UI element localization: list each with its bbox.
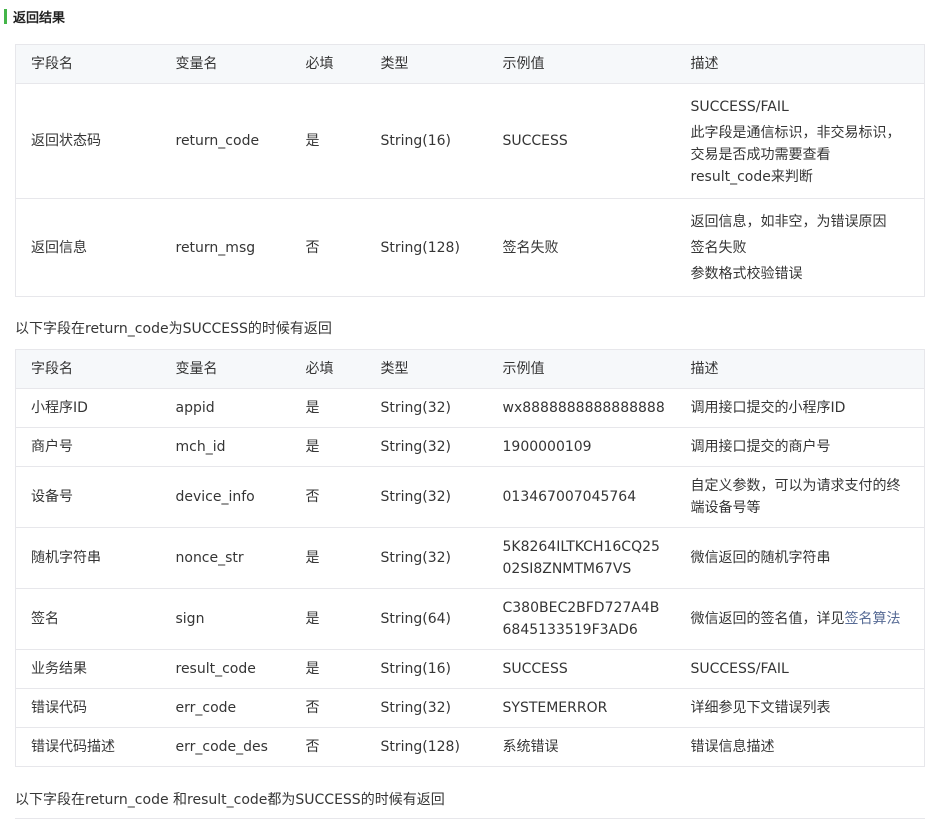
section-title: 返回结果 — [4, 8, 66, 26]
cell-example: SUCCESS — [487, 649, 676, 689]
cell-description: 返回信息，如非空，为错误原因 签名失败 参数格式校验错误 — [675, 198, 925, 297]
cell-variable-name: nonce_str — [160, 527, 291, 589]
cell-variable-name: appid — [160, 388, 291, 428]
section-title-text: 返回结果 — [13, 11, 66, 26]
cell-type: String(32) — [365, 466, 488, 528]
header-field-name: 字段名 — [15, 44, 161, 84]
cell-example: SYSTEMERROR — [487, 688, 676, 728]
header-required: 必填 — [290, 44, 366, 84]
header-field-name: 字段名 — [15, 349, 161, 389]
header-example: 示例值 — [487, 44, 676, 84]
table-row: 设备号 device_info 否 String(32) 01346700704… — [15, 466, 925, 528]
section-accent-bar — [4, 9, 7, 24]
cell-type: String(32) — [365, 688, 488, 728]
table-row: 返回信息 return_msg 否 String(128) 签名失败 返回信息，… — [15, 198, 925, 297]
cell-field-name: 返回信息 — [15, 198, 161, 297]
cell-description: SUCCESS/FAIL 此字段是通信标识，非交易标识，交易是否成功需要查看re… — [675, 83, 925, 199]
description-line: 此字段是通信标识，非交易标识，交易是否成功需要查看result_code来判断 — [690, 125, 901, 185]
cell-variable-name: sign — [160, 588, 291, 650]
header-type: 类型 — [365, 349, 488, 389]
table-row: 错误代码 err_code 否 String(32) SYSTEMERROR 详… — [15, 688, 925, 728]
cell-example: 5K8264ILTKCH16CQ2502SI8ZNMTM67VS — [487, 527, 676, 589]
cell-description: 详细参见下文错误列表 — [675, 688, 925, 728]
cell-description: SUCCESS/FAIL — [675, 649, 925, 689]
cell-example: SUCCESS — [487, 83, 676, 199]
cell-field-name: 随机字符串 — [15, 527, 161, 589]
cell-required: 是 — [290, 388, 366, 428]
cell-example: 系统错误 — [487, 727, 676, 767]
table-row: 返回状态码 return_code 是 String(16) SUCCESS S… — [15, 83, 925, 199]
cell-required: 是 — [290, 427, 366, 467]
next-table-top-border — [15, 818, 925, 819]
cell-description: 微信返回的随机字符串 — [675, 527, 925, 589]
table-header-row: 字段名 变量名 必填 类型 示例值 描述 — [15, 44, 925, 84]
header-example: 示例值 — [487, 349, 676, 389]
cell-required: 否 — [290, 198, 366, 297]
cell-required: 是 — [290, 649, 366, 689]
cell-type: String(32) — [365, 527, 488, 589]
table-row: 商户号 mch_id 是 String(32) 1900000109 调用接口提… — [15, 427, 925, 467]
header-description: 描述 — [675, 349, 925, 389]
cell-example: wx8888888888888888 — [487, 388, 676, 428]
cell-type: String(128) — [365, 198, 488, 297]
cell-example: C380BEC2BFD727A4B6845133519F3AD6 — [487, 588, 676, 650]
header-variable-name: 变量名 — [160, 44, 291, 84]
table-header-row: 字段名 变量名 必填 类型 示例值 描述 — [15, 349, 925, 389]
description-line: 返回信息，如非空，为错误原因 — [690, 213, 887, 230]
description-text: 微信返回的签名值，详见 — [690, 611, 845, 627]
description-line: SUCCESS/FAIL — [690, 99, 789, 115]
cell-required: 否 — [290, 688, 366, 728]
cell-required: 否 — [290, 466, 366, 528]
cell-variable-name: return_msg — [160, 198, 291, 297]
cell-field-name: 返回状态码 — [15, 83, 161, 199]
cell-required: 是 — [290, 588, 366, 650]
cell-field-name: 签名 — [15, 588, 161, 650]
cell-example: 1900000109 — [487, 427, 676, 467]
cell-variable-name: err_code_des — [160, 727, 291, 767]
cell-required: 否 — [290, 727, 366, 767]
conditional-note: 以下字段在return_code为SUCCESS的时候有返回 — [15, 321, 332, 337]
cell-field-name: 错误代码描述 — [15, 727, 161, 767]
cell-type: String(64) — [365, 588, 488, 650]
cell-description: 调用接口提交的小程序ID — [675, 388, 925, 428]
cell-variable-name: return_code — [160, 83, 291, 199]
cell-field-name: 设备号 — [15, 466, 161, 528]
cell-description: 自定义参数，可以为请求支付的终端设备号等 — [675, 466, 925, 528]
cell-field-name: 错误代码 — [15, 688, 161, 728]
cell-variable-name: result_code — [160, 649, 291, 689]
cell-variable-name: device_info — [160, 466, 291, 528]
description-line: 签名失败 — [690, 239, 747, 256]
cell-type: String(32) — [365, 427, 488, 467]
description-line: 参数格式校验错误 — [690, 265, 803, 282]
header-required: 必填 — [290, 349, 366, 389]
table-row: 随机字符串 nonce_str 是 String(32) 5K8264ILTKC… — [15, 527, 925, 589]
header-description: 描述 — [675, 44, 925, 84]
success-fields-table: 字段名 变量名 必填 类型 示例值 描述 小程序ID appid 是 Strin… — [15, 349, 925, 767]
cell-description: 微信返回的签名值，详见签名算法 — [675, 588, 925, 650]
table-row: 错误代码描述 err_code_des 否 String(128) 系统错误 错… — [15, 727, 925, 767]
cell-example: 013467007045764 — [487, 466, 676, 528]
table-row: 小程序ID appid 是 String(32) wx8888888888888… — [15, 388, 925, 428]
cell-type: String(16) — [365, 83, 488, 199]
header-type: 类型 — [365, 44, 488, 84]
cell-type: String(16) — [365, 649, 488, 689]
cell-required: 是 — [290, 83, 366, 199]
return-result-table: 字段名 变量名 必填 类型 示例值 描述 返回状态码 return_code 是… — [15, 44, 925, 297]
cell-description: 调用接口提交的商户号 — [675, 427, 925, 467]
cell-required: 是 — [290, 527, 366, 589]
cell-example: 签名失败 — [487, 198, 676, 297]
cell-type: String(32) — [365, 388, 488, 428]
cell-type: String(128) — [365, 727, 488, 767]
cell-description: 错误信息描述 — [675, 727, 925, 767]
cell-variable-name: err_code — [160, 688, 291, 728]
cell-field-name: 商户号 — [15, 427, 161, 467]
header-variable-name: 变量名 — [160, 349, 291, 389]
cell-field-name: 小程序ID — [15, 388, 161, 428]
sign-algorithm-link[interactable]: 签名算法 — [845, 611, 901, 627]
table-row: 签名 sign 是 String(64) C380BEC2BFD727A4B68… — [15, 588, 925, 650]
table-row: 业务结果 result_code 是 String(16) SUCCESS SU… — [15, 649, 925, 689]
conditional-note: 以下字段在return_code 和result_code都为SUCCESS的时… — [15, 792, 445, 808]
cell-variable-name: mch_id — [160, 427, 291, 467]
cell-field-name: 业务结果 — [15, 649, 161, 689]
